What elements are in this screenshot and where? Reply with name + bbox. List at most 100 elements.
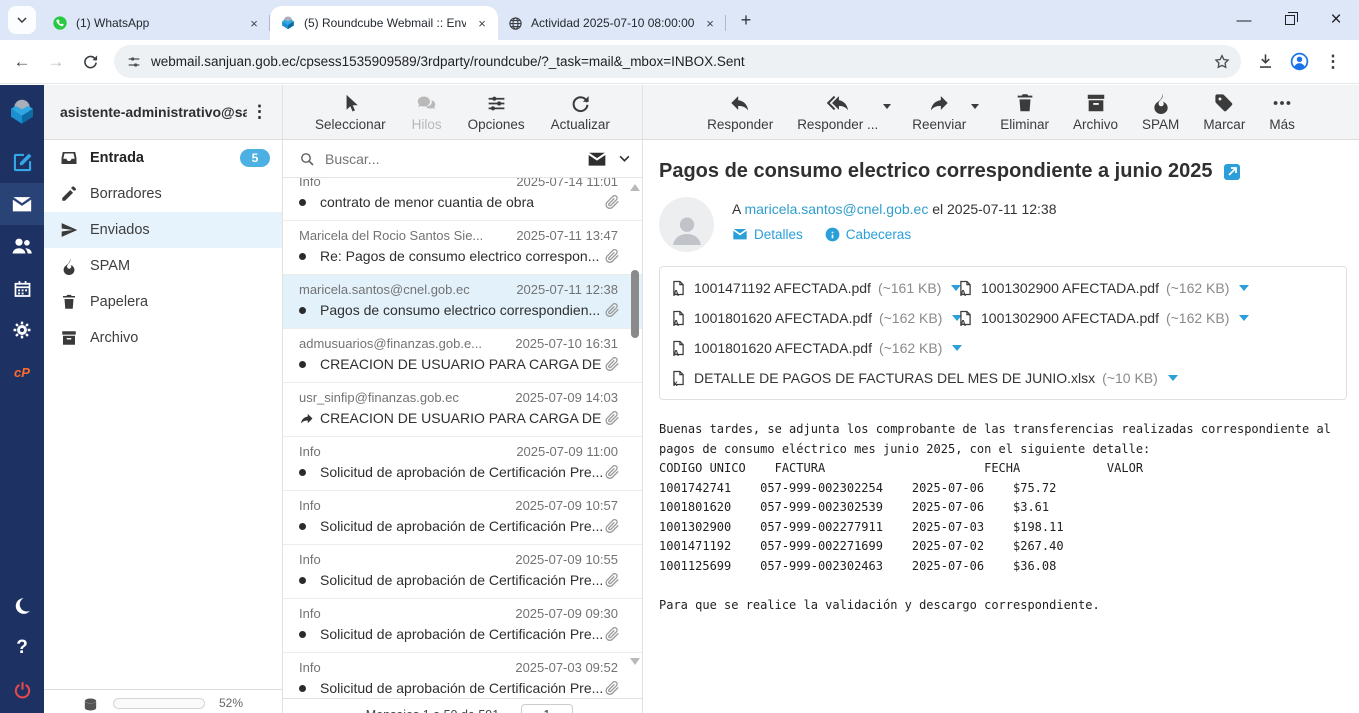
- dark-mode-button[interactable]: [0, 585, 44, 627]
- attachment-item[interactable]: A 1001302900 AFECTADA.pdf (~162 KB): [957, 273, 1244, 303]
- scroll-up-icon[interactable]: [630, 184, 640, 191]
- bookmark-star-icon[interactable]: [1213, 53, 1231, 71]
- search-scope-mail-icon[interactable]: [587, 149, 607, 169]
- message-toolbar-button[interactable]: Eliminar: [1000, 92, 1049, 132]
- url-text[interactable]: webmail.sanjuan.gob.ec/cpsess1535909589/…: [151, 54, 1204, 69]
- attachment-name[interactable]: 1001471192 AFECTADA.pdf: [694, 280, 871, 296]
- folder-item[interactable]: Borradores: [44, 176, 282, 212]
- attachment-menu-caret-icon[interactable]: [1168, 375, 1178, 381]
- attachment-item[interactable]: A 1001302900 AFECTADA.pdf (~162 KB): [957, 303, 1244, 333]
- attachment-name[interactable]: DETALLE DE PAGOS DE FACTURAS DEL MES DE …: [694, 370, 1095, 386]
- unread-dot-icon: [299, 307, 306, 314]
- address-bar[interactable]: webmail.sanjuan.gob.ec/cpsess1535909589/…: [114, 45, 1241, 78]
- message-toolbar-button[interactable]: Responder ...: [797, 92, 878, 132]
- forward-button[interactable]: →: [40, 46, 72, 78]
- next-page-button[interactable]: ›: [581, 707, 599, 713]
- toolbar-icon: [486, 92, 507, 114]
- list-toolbar-button[interactable]: Seleccionar: [315, 92, 386, 132]
- details-toggle[interactable]: Detalles: [732, 226, 803, 242]
- nav-settings[interactable]: [0, 309, 44, 351]
- logout-button[interactable]: [0, 669, 44, 711]
- message-row[interactable]: Maricela del Rocio Santos Sie... 2025-07…: [283, 221, 642, 275]
- minimize-button[interactable]: —: [1221, 0, 1267, 40]
- tab-whatsapp[interactable]: (1) WhatsApp ×: [42, 6, 270, 40]
- profile-button[interactable]: [1283, 46, 1315, 78]
- folder-item[interactable]: Entrada 5: [44, 140, 282, 176]
- page-number-input[interactable]: [521, 704, 573, 713]
- list-toolbar-button[interactable]: Opciones: [468, 92, 525, 132]
- message-row[interactable]: Info 2025-07-09 10:55 Solicitud de aprob…: [283, 545, 642, 599]
- nav-contacts[interactable]: [0, 225, 44, 267]
- last-page-button[interactable]: »: [607, 707, 628, 713]
- list-scrollbar[interactable]: [629, 178, 641, 713]
- roundcube-favicon: [280, 15, 296, 31]
- attachment-name[interactable]: 1001302900 AFECTADA.pdf: [981, 310, 1159, 326]
- attachment-menu-caret-icon[interactable]: [1239, 315, 1249, 321]
- file-icon: A: [670, 338, 687, 358]
- nav-mail[interactable]: [0, 183, 44, 225]
- first-page-button[interactable]: «: [297, 707, 318, 713]
- folder-item[interactable]: Papelera: [44, 284, 282, 320]
- tab-actividad[interactable]: Actividad 2025-07-10 08:00:00 ×: [498, 6, 726, 40]
- list-toolbar-button[interactable]: Hilos: [412, 92, 442, 132]
- browser-menu-button[interactable]: ⋮: [1317, 46, 1349, 78]
- message-toolbar-button[interactable]: Más: [1269, 92, 1295, 132]
- nav-cpanel[interactable]: cP: [0, 351, 44, 393]
- message-toolbar-button[interactable]: Responder: [707, 92, 773, 132]
- attachment-item[interactable]: x DETALLE DE PAGOS DE FACTURAS DEL MES D…: [670, 363, 1336, 393]
- folder-item[interactable]: Archivo: [44, 320, 282, 356]
- open-in-new-window-icon[interactable]: [1223, 163, 1241, 181]
- message-row[interactable]: Info 2025-07-14 11:01 contrato de menor …: [283, 178, 642, 221]
- file-ext-label: A: [673, 289, 679, 298]
- dropdown-caret-icon[interactable]: [883, 104, 891, 109]
- folder-item[interactable]: SPAM: [44, 248, 282, 284]
- message-subject: Solicitud de aprobación de Certificación…: [320, 626, 604, 642]
- attachment-item[interactable]: A 1001471192 AFECTADA.pdf (~161 KB): [670, 273, 957, 303]
- scroll-down-icon[interactable]: [630, 658, 640, 665]
- attachment-item[interactable]: A 1001801620 AFECTADA.pdf (~162 KB): [670, 303, 957, 333]
- search-input[interactable]: [325, 151, 577, 167]
- downloads-button[interactable]: [1249, 46, 1281, 78]
- new-tab-button[interactable]: +: [732, 6, 760, 34]
- help-button[interactable]: ?: [0, 627, 44, 669]
- dropdown-caret-icon[interactable]: [971, 104, 979, 109]
- scrollbar-thumb[interactable]: [631, 270, 639, 338]
- message-toolbar-button[interactable]: Marcar: [1203, 92, 1245, 132]
- prev-page-button[interactable]: ‹: [326, 707, 344, 713]
- message-row[interactable]: Info 2025-07-09 09:30 Solicitud de aprob…: [283, 599, 642, 653]
- back-button[interactable]: ←: [6, 46, 38, 78]
- close-button[interactable]: ×: [1313, 0, 1359, 40]
- compose-button[interactable]: [0, 141, 44, 183]
- attachment-name[interactable]: 1001302900 AFECTADA.pdf: [981, 280, 1159, 296]
- message-row[interactable]: Info 2025-07-09 10:57 Solicitud de aprob…: [283, 491, 642, 545]
- folder-icon: [60, 185, 78, 203]
- tab-close-icon[interactable]: ×: [474, 15, 490, 31]
- message-toolbar-button[interactable]: Archivo: [1073, 92, 1118, 132]
- search-options-chevron-icon[interactable]: [617, 151, 632, 166]
- account-menu-icon[interactable]: ⋮: [247, 102, 272, 122]
- site-settings-icon[interactable]: [126, 54, 142, 70]
- attachment-menu-caret-icon[interactable]: [952, 345, 962, 351]
- attachment-item[interactable]: A 1001801620 AFECTADA.pdf (~162 KB): [670, 333, 957, 363]
- tab-roundcube[interactable]: (5) Roundcube Webmail :: Envia ×: [270, 6, 498, 40]
- message-row[interactable]: maricela.santos@cnel.gob.ec 2025-07-11 1…: [283, 275, 642, 329]
- nav-calendar[interactable]: [0, 267, 44, 309]
- message-row[interactable]: Info 2025-07-09 11:00 Solicitud de aprob…: [283, 437, 642, 491]
- restore-button[interactable]: [1267, 0, 1313, 40]
- attachment-name[interactable]: 1001801620 AFECTADA.pdf: [694, 340, 872, 356]
- recipient-address-link[interactable]: maricela.santos@cnel.gob.ec: [744, 201, 928, 217]
- message-row[interactable]: usr_sinfip@finanzas.gob.ec 2025-07-09 14…: [283, 383, 642, 437]
- tab-close-icon[interactable]: ×: [702, 15, 718, 31]
- reload-button[interactable]: [74, 46, 106, 78]
- attachment-menu-caret-icon[interactable]: [1239, 285, 1249, 291]
- message-toolbar-button[interactable]: SPAM: [1142, 92, 1179, 132]
- attachment-name[interactable]: 1001801620 AFECTADA.pdf: [694, 310, 872, 326]
- list-toolbar-button[interactable]: Actualizar: [551, 92, 610, 132]
- message-row[interactable]: admusuarios@finanzas.gob.e... 2025-07-10…: [283, 329, 642, 383]
- folder-item[interactable]: Enviados: [44, 212, 282, 248]
- message-toolbar-button[interactable]: Reenviar: [912, 92, 966, 132]
- tab-close-icon[interactable]: ×: [246, 15, 262, 31]
- headers-toggle[interactable]: Cabeceras: [825, 227, 911, 242]
- tab-search-button[interactable]: [8, 6, 36, 34]
- list-toolbar: Seleccionar Hilos Opciones Actua: [283, 85, 642, 140]
